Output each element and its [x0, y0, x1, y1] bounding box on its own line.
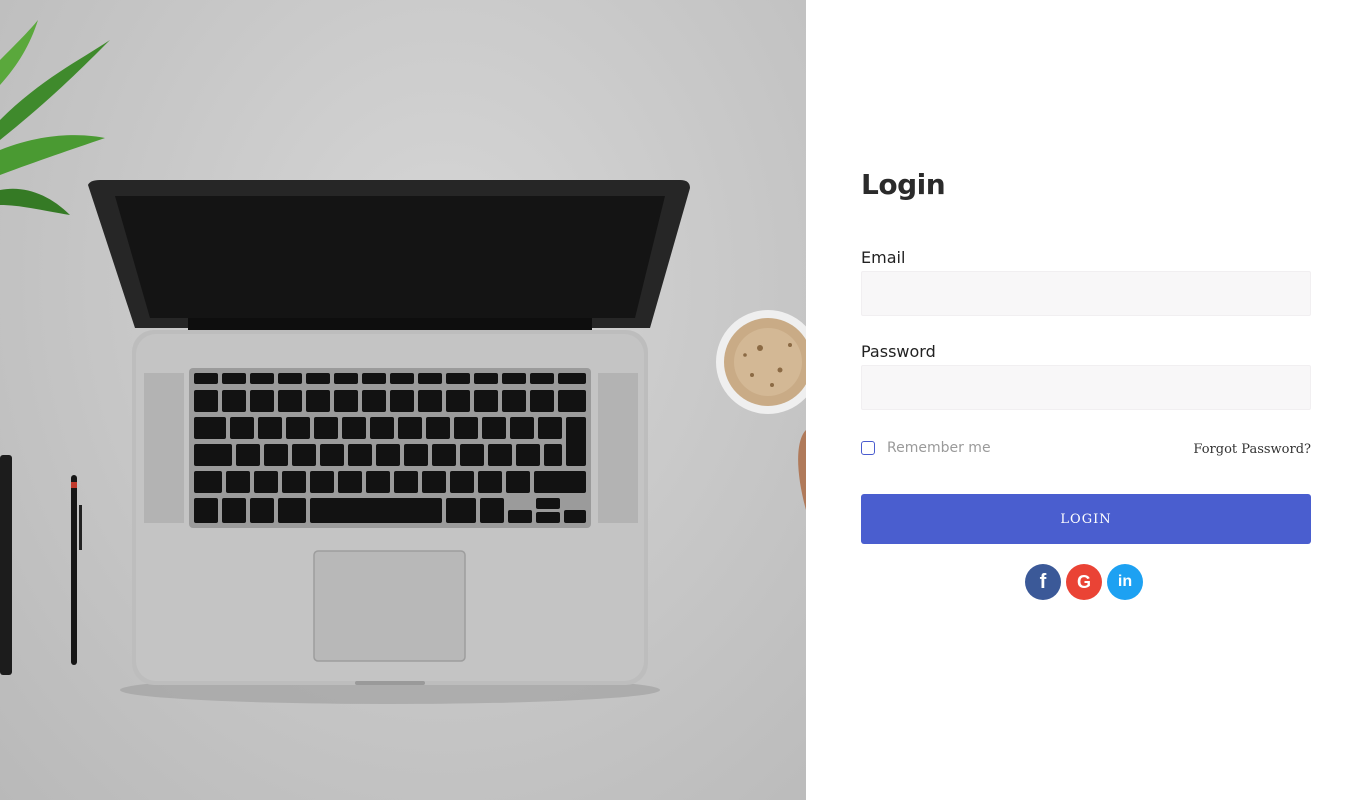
forgot-password-link[interactable]: Forgot Password?: [1193, 442, 1311, 457]
laptop-screen: [88, 180, 690, 348]
google-icon[interactable]: G: [1066, 564, 1102, 600]
desk-illustration: [0, 20, 806, 704]
login-button[interactable]: LOGIN: [861, 494, 1311, 544]
remember-label: Remember me: [887, 440, 991, 456]
hero-image: [0, 0, 806, 800]
page-title: Login: [861, 168, 946, 201]
remember-me[interactable]: Remember me: [861, 440, 991, 456]
password-label: Password: [861, 342, 936, 361]
email-label: Email: [861, 248, 906, 267]
login-panel: Login Email Password Remember me Forgot …: [806, 0, 1366, 800]
notebook: [0, 455, 12, 675]
linkedin-icon[interactable]: in: [1107, 564, 1143, 600]
password-field[interactable]: [861, 365, 1311, 410]
remember-checkbox[interactable]: [861, 441, 875, 455]
coffee-cup: [716, 310, 806, 510]
social-login: f G in: [1025, 564, 1143, 600]
email-field[interactable]: [861, 271, 1311, 316]
pen: [71, 475, 82, 665]
facebook-icon[interactable]: f: [1025, 564, 1061, 600]
